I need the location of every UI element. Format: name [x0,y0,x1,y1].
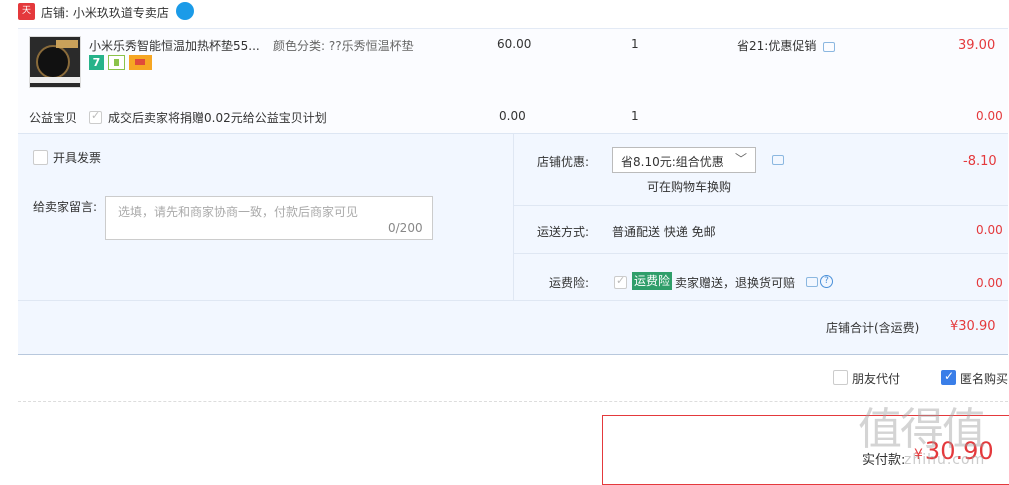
charity-text: 成交后卖家将捐赠0.02元给公益宝贝计划 [108,111,327,125]
charity-quantity: 1 [631,109,639,123]
store-subtotal-label: 店铺合计(含运费) [826,321,920,335]
insurance-badge: 运费险 [632,272,673,290]
message-label: 给卖家留言: [33,200,98,214]
line-total: 39.00 [958,38,996,53]
promo-text: 省21:优惠促销 [737,39,817,53]
help-icon[interactable]: ? [820,275,833,288]
watermark-site: zhihu.com [904,452,986,468]
anonymous-label[interactable]: 匿名购买 [960,370,1008,387]
unit-price: 60.00 [497,37,532,51]
discount-label: 店铺优惠: [537,155,590,169]
shipping-amount: 0.00 [976,223,1003,237]
chevron-down-icon[interactable]: ﹀ [735,150,747,167]
store-subtotal-amount: ¥30.90 [950,319,996,334]
product-thumbnail[interactable] [29,36,81,88]
charity-label: 公益宝贝 [29,111,78,125]
store-name[interactable]: 店铺: 小米玖玖道专卖店 [41,4,169,21]
message-char-count: 0/200 [388,221,423,235]
discount-note: 可在购物车换购 [647,180,732,194]
anonymous-checkbox[interactable] [941,369,956,385]
friend-pay-label[interactable]: 朋友代付 [852,370,900,387]
divider [513,205,1008,206]
charity-checkbox [89,109,102,124]
discount-comment-icon[interactable] [772,155,784,165]
discount-selected[interactable]: 省8.10元:组合优惠 [621,153,724,170]
watermark-logo: 值得值 [858,404,986,455]
insurance-checkbox [614,274,627,289]
shipping-label: 运送方式: [537,225,590,239]
invoice-checkbox[interactable] [33,150,48,165]
charity-price: 0.00 [499,109,526,123]
insurance-text: 卖家赠送，退换货可赔 [675,276,796,290]
divider [513,253,1008,254]
credit-card-icon [129,55,152,70]
wangwang-chat-icon[interactable] [176,2,194,20]
seven-day-return-icon: 7 [89,55,104,70]
insurance-label: 运费险: [549,276,590,290]
guarantee-icon [108,55,125,70]
insurance-comment-icon[interactable] [806,277,818,287]
divider [18,300,1008,301]
product-sku: 颜色分类: ??乐秀恒温杯垫 [273,39,414,53]
shipping-method: 普通配送 快递 免邮 [612,225,716,239]
friend-pay-checkbox[interactable] [833,370,848,385]
insurance-amount: 0.00 [976,276,1003,290]
quantity: 1 [631,37,639,51]
message-placeholder: 选填，请先和商家协商一致，付款后商家可见 [118,205,359,219]
product-title[interactable]: 小米乐秀智能恒温加热杯垫55... [89,37,264,54]
promo-comment-icon[interactable] [823,42,835,52]
tmall-logo-icon: 天猫 [18,3,35,33]
charity-total: 0.00 [976,109,1003,123]
invoice-label[interactable]: 开具发票 [53,149,101,166]
discount-amount: -8.10 [963,154,997,169]
